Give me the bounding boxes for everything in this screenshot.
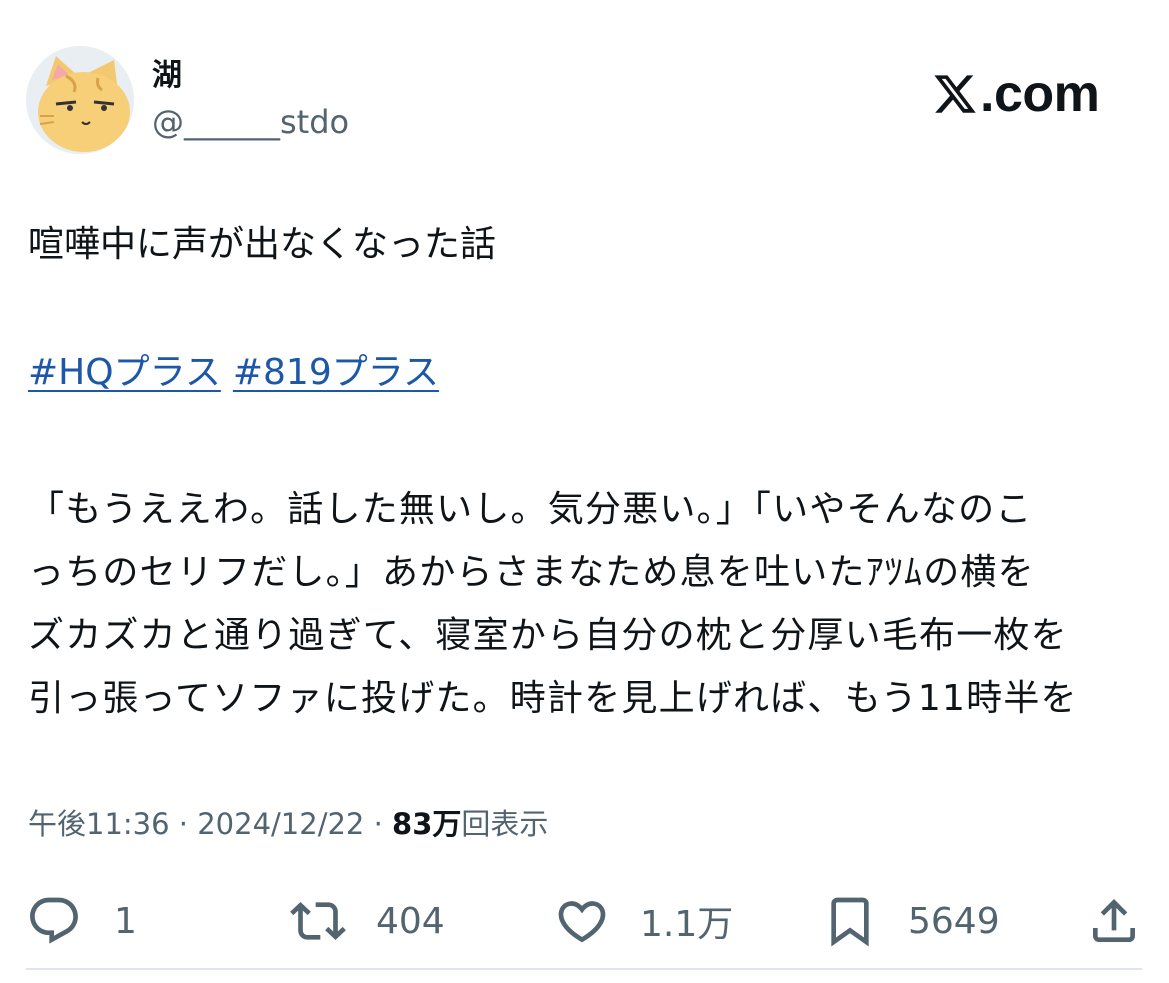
action-bar: 1 404 1.1万 5649 <box>26 888 1146 954</box>
meta-separator: · <box>169 807 198 841</box>
like-count: 1.1万 <box>640 904 734 945</box>
tweet-body-line: 「もうええわ。話した無いし。気分悪い。」「いやそんなのこ <box>28 489 1033 530</box>
divider <box>26 968 1142 970</box>
like-button[interactable]: 1.1万 <box>554 888 733 954</box>
tweet-date[interactable]: 2024/12/22 <box>197 807 364 841</box>
user-handle[interactable]: @______stdo <box>152 102 349 142</box>
tweet-body: 「もうええわ。話した無いし。気分悪い。」「いやそんなのこ っちのセリフだし。」あ… <box>28 478 1148 730</box>
views-label: 回表示 <box>461 807 549 841</box>
logo-text: .com <box>980 65 1100 123</box>
tweet-body-line: 引っ張ってソファに投げた。時計を見上げれば、もう11時半を <box>28 678 1078 719</box>
tweet-body-line: っちのセリフだし。」あからさまなため息を吐いたｱﾂﾑの横を <box>28 552 1035 593</box>
cat-avatar-icon <box>26 46 134 154</box>
hashtag-link[interactable]: #HQプラス <box>28 352 221 393</box>
retweet-button[interactable]: 404 <box>290 888 445 954</box>
tweet-title: 喧嘩中に声が出なくなった話 <box>28 224 497 265</box>
reply-icon <box>30 897 78 944</box>
x-com-logo: .com <box>932 65 1100 123</box>
reply-button[interactable]: 1 <box>26 888 137 954</box>
tweet-meta: 午後11:36 · 2024/12/22 · 83万回表示 <box>28 804 548 844</box>
bookmark-count: 5649 <box>908 900 1000 942</box>
avatar[interactable] <box>26 46 134 154</box>
retweet-count: 404 <box>376 900 445 942</box>
bookmark-icon <box>831 897 869 947</box>
meta-separator: · <box>364 807 393 841</box>
display-name[interactable]: 湖 <box>152 58 182 94</box>
retweet-icon <box>290 902 346 940</box>
x-logo-icon <box>934 75 976 113</box>
views-count[interactable]: 83万 <box>392 807 461 841</box>
bookmark-button[interactable]: 5649 <box>822 888 1000 954</box>
heart-icon <box>558 901 606 943</box>
tweet-body-line: ズカズカと通り過ぎて、寝室から自分の枕と分厚い毛布一枚を <box>28 615 1068 656</box>
share-icon <box>1093 899 1135 942</box>
tweet-time[interactable]: 午後11:36 <box>28 807 170 841</box>
reply-count: 1 <box>114 900 137 942</box>
share-button[interactable] <box>1086 888 1142 954</box>
hashtag-link[interactable]: #819プラス <box>233 352 439 393</box>
hashtag-list: #HQプラス #819プラス <box>28 348 439 398</box>
